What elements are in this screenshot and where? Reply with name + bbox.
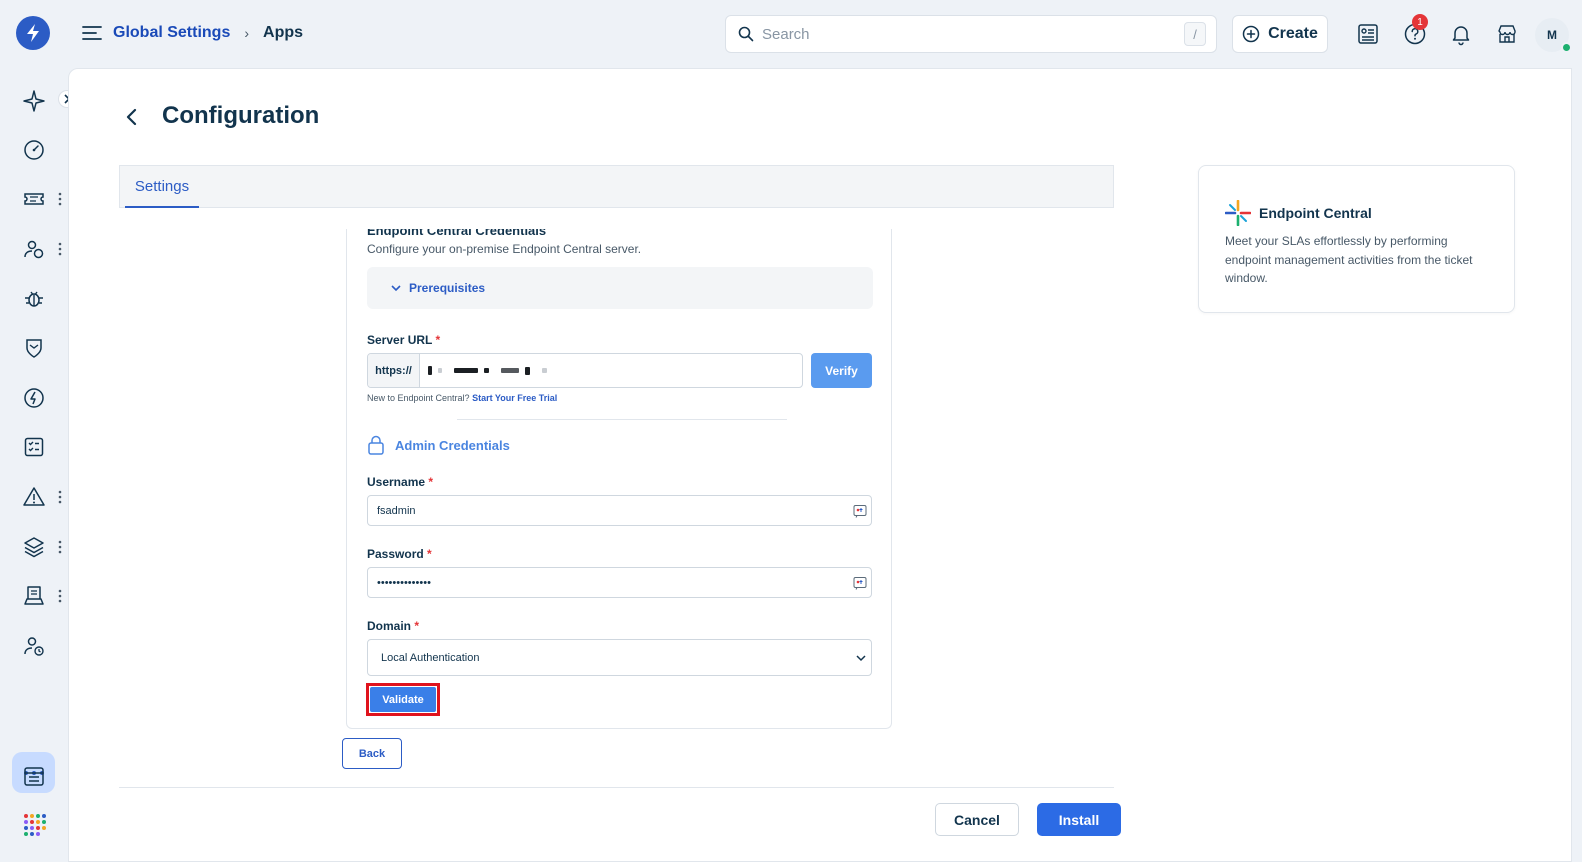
- back-arrow-icon[interactable]: [122, 107, 142, 127]
- footer-divider: [119, 787, 1114, 788]
- required-asterisk: *: [427, 547, 432, 561]
- apps-grid-icon[interactable]: [22, 812, 46, 836]
- server-url-label-text: Server URL: [367, 333, 433, 347]
- password-manager-icon[interactable]: [853, 504, 867, 518]
- assets-icon[interactable]: [22, 584, 46, 608]
- create-label: Create: [1268, 25, 1318, 42]
- server-url-field[interactable]: https://: [367, 353, 803, 388]
- prerequisites-toggle[interactable]: Prerequisites: [367, 267, 873, 309]
- username-value: fsadmin: [377, 504, 416, 517]
- section-description: Configure your on-premise Endpoint Centr…: [367, 242, 642, 256]
- bug-icon[interactable]: [22, 286, 46, 310]
- assets-more-icon[interactable]: [58, 589, 62, 603]
- search-input[interactable]: [762, 25, 1184, 43]
- bell-icon[interactable]: [1449, 22, 1473, 46]
- app-logo-icon[interactable]: [16, 16, 50, 50]
- sidebar: [0, 68, 67, 862]
- server-url-label: Server URL *: [367, 333, 440, 347]
- sparkle-icon[interactable]: [22, 89, 46, 113]
- top-bar: Global Settings › Apps / Create 1 M: [0, 0, 1582, 68]
- breadcrumb: Global Settings › Apps: [113, 24, 303, 42]
- marketplace-store-icon[interactable]: [1495, 22, 1519, 46]
- password-manager-icon[interactable]: [853, 576, 867, 590]
- url-prefix: https://: [368, 354, 420, 387]
- layers-more-icon[interactable]: [58, 540, 62, 554]
- alert-icon[interactable]: [22, 485, 46, 509]
- divider: [457, 419, 787, 420]
- start-free-trial-link[interactable]: Start Your Free Trial: [472, 393, 557, 403]
- alert-more-icon[interactable]: [58, 490, 62, 504]
- ticket-icon[interactable]: [22, 187, 46, 211]
- app-info-header: Endpoint Central: [1225, 200, 1372, 226]
- tab-settings[interactable]: Settings: [125, 166, 199, 208]
- service-catalog-icon[interactable]: [1356, 22, 1380, 46]
- required-asterisk: *: [414, 619, 420, 633]
- app-info-description: Meet your SLAs effortlessly by performin…: [1225, 234, 1473, 285]
- breadcrumb-global-settings[interactable]: Global Settings: [113, 24, 230, 42]
- app-info-card: Endpoint Central Meet your SLAs effortle…: [1198, 165, 1515, 313]
- password-label-text: Password: [367, 547, 424, 561]
- hamburger-menu-icon[interactable]: [82, 25, 102, 41]
- redacted-url-value[interactable]: [420, 354, 802, 387]
- endpoint-central-logo-icon: [1225, 200, 1251, 226]
- chevron-down-icon: [391, 285, 401, 292]
- domain-label: Domain *: [367, 619, 419, 633]
- search-box[interactable]: /: [725, 15, 1217, 53]
- username-label: Username *: [367, 475, 433, 489]
- required-asterisk: *: [428, 475, 434, 489]
- cancel-button[interactable]: Cancel: [935, 803, 1019, 836]
- password-value: ••••••••••••••: [377, 576, 431, 589]
- calendar-icon[interactable]: [22, 764, 46, 788]
- username-label-text: Username: [367, 475, 426, 489]
- contacts-icon[interactable]: [22, 237, 46, 261]
- username-field[interactable]: fsadmin: [367, 495, 872, 526]
- configuration-form: Endpoint Central Credentials Configure y…: [346, 229, 892, 729]
- domain-label-text: Domain: [367, 619, 412, 633]
- domain-select[interactable]: Local Authentication: [367, 639, 872, 676]
- chevron-down-icon: [856, 655, 866, 662]
- plus-circle-icon: [1242, 25, 1260, 43]
- install-button[interactable]: Install: [1037, 803, 1121, 836]
- dashboard-icon[interactable]: [22, 138, 46, 162]
- section-title: Endpoint Central Credentials: [367, 229, 547, 238]
- trial-prompt: New to Endpoint Central?: [367, 393, 470, 403]
- lock-icon: [368, 435, 384, 455]
- admin-credentials-heading: Admin Credentials: [367, 435, 510, 455]
- admin-credentials-label: Admin Credentials: [395, 437, 510, 453]
- change-icon[interactable]: [22, 386, 46, 410]
- layers-icon[interactable]: [22, 535, 46, 559]
- search-icon: [738, 26, 754, 42]
- shield-icon[interactable]: [22, 336, 46, 360]
- tab-bar: Settings: [119, 165, 1114, 208]
- password-field[interactable]: ••••••••••••••: [367, 567, 872, 598]
- validate-button[interactable]: Validate: [370, 687, 436, 712]
- create-button[interactable]: Create: [1232, 15, 1328, 53]
- free-trial-text: New to Endpoint Central? Start Your Free…: [367, 393, 557, 403]
- search-shortcut-key: /: [1184, 22, 1206, 46]
- validate-highlight: Validate: [366, 683, 440, 716]
- breadcrumb-chevron-icon: ›: [244, 25, 250, 41]
- prerequisites-label: Prerequisites: [409, 281, 486, 295]
- app-info-title: Endpoint Central: [1259, 205, 1372, 221]
- ticket-more-icon[interactable]: [58, 192, 62, 206]
- user-clock-icon[interactable]: [22, 634, 46, 658]
- online-status-dot: [1561, 42, 1572, 53]
- help-notification-badge: 1: [1412, 14, 1428, 30]
- page-title: Configuration: [162, 102, 320, 129]
- required-asterisk: *: [435, 333, 441, 347]
- contacts-more-icon[interactable]: [58, 242, 62, 256]
- tasks-icon[interactable]: [22, 435, 46, 459]
- breadcrumb-apps: Apps: [263, 24, 304, 41]
- password-label: Password *: [367, 547, 432, 561]
- verify-button[interactable]: Verify: [811, 353, 872, 388]
- back-button[interactable]: Back: [342, 738, 402, 769]
- main-content: Configuration Settings Endpoint Central …: [68, 68, 1572, 862]
- domain-value: Local Authentication: [381, 651, 480, 664]
